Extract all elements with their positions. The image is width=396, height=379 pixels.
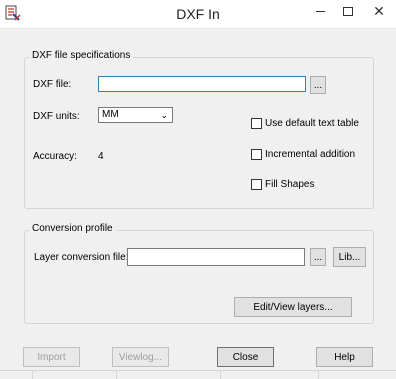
close-window-button[interactable]: ✕ xyxy=(362,0,396,22)
layer-conversion-file-input[interactable] xyxy=(127,248,305,266)
maximize-icon xyxy=(343,7,353,17)
use-default-text-table-checkbox[interactable] xyxy=(251,118,262,129)
use-default-text-table-label[interactable]: Use default text table xyxy=(265,118,359,129)
dxf-units-label: DXF units: xyxy=(33,111,80,122)
accuracy-value: 4 xyxy=(98,151,104,162)
help-button[interactable]: Help xyxy=(316,347,373,367)
dxf-file-browse-button[interactable]: ... xyxy=(310,76,326,94)
edit-view-layers-button[interactable]: Edit/View layers... xyxy=(234,297,352,317)
dxf-spec-group-label: DXF file specifications xyxy=(29,50,134,61)
close-button[interactable]: Close xyxy=(217,347,274,367)
chevron-down-icon: ⌄ xyxy=(160,110,168,120)
conversion-profile-group-label: Conversion profile xyxy=(29,223,116,234)
fill-shapes-checkbox[interactable] xyxy=(251,179,262,190)
minimize-icon xyxy=(315,11,325,13)
layer-conversion-file-label: Layer conversion file: xyxy=(34,252,129,263)
import-button[interactable]: Import xyxy=(23,347,80,367)
layer-file-browse-button[interactable]: ... xyxy=(310,248,326,266)
lib-button[interactable]: Lib... xyxy=(333,247,366,267)
fill-shapes-label[interactable]: Fill Shapes xyxy=(265,179,314,190)
dxf-units-select[interactable]: MM ⌄ xyxy=(98,107,173,123)
viewlog-button[interactable]: Viewlog... xyxy=(112,347,169,367)
close-icon: ✕ xyxy=(373,3,385,19)
title-bar: DXF In ✕ xyxy=(0,0,396,29)
minimize-button[interactable] xyxy=(306,0,334,22)
incremental-addition-checkbox[interactable] xyxy=(251,149,262,160)
dxf-units-value: MM xyxy=(102,109,119,120)
dxf-file-label: DXF file: xyxy=(33,79,72,90)
incremental-addition-label[interactable]: Incremental addition xyxy=(265,149,355,160)
maximize-button[interactable] xyxy=(334,0,362,22)
accuracy-label: Accuracy: xyxy=(33,151,77,162)
dxf-file-input[interactable] xyxy=(98,76,306,92)
